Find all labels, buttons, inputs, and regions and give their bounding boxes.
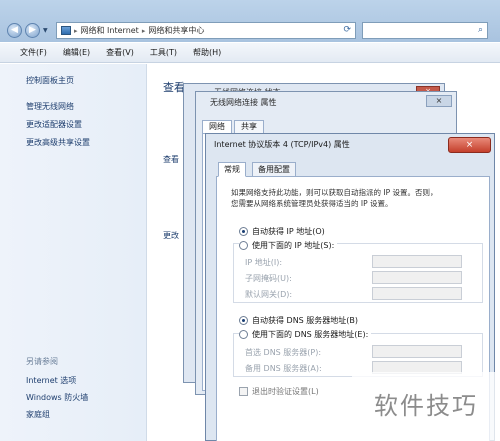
tab-alternate-config[interactable]: 备用配置 xyxy=(252,162,296,177)
breadcrumb-network-internet[interactable]: 网络和 Internet xyxy=(81,25,139,36)
sidebar-item-advanced-sharing[interactable]: 更改高级共享设置 xyxy=(26,137,90,148)
checkbox-unchecked-icon xyxy=(239,387,248,396)
dns-auto-label: 自动获得 DNS 服务器地址(B) xyxy=(252,316,359,325)
preferred-dns-field[interactable] xyxy=(372,345,462,358)
radio-selected-icon xyxy=(239,227,248,236)
back-button[interactable]: ◀ xyxy=(7,23,22,38)
radio-unselected-icon xyxy=(239,241,248,250)
breadcrumb-separator-icon: ▸ xyxy=(74,26,78,35)
sidebar-item-manage-wireless[interactable]: 管理无线网络 xyxy=(26,101,74,112)
menu-file[interactable]: 文件(F) xyxy=(20,47,47,58)
ip-auto-label: 自动获得 IP 地址(O) xyxy=(252,227,325,236)
tab-sharing[interactable]: 共享 xyxy=(234,120,264,134)
dialog-title: Internet 协议版本 4 (TCP/IPv4) 属性 xyxy=(214,140,350,149)
validate-settings-checkbox[interactable]: 退出时验证设置(L) xyxy=(239,386,319,397)
subnet-mask-field[interactable] xyxy=(372,271,462,284)
network-folder-icon xyxy=(61,26,71,35)
breadcrumb-separator-icon: ▸ xyxy=(141,26,146,35)
default-gateway-field[interactable] xyxy=(372,287,462,300)
menu-tools[interactable]: 工具(T) xyxy=(150,47,177,58)
radio-selected-icon xyxy=(239,316,248,325)
subnet-mask-label: 子网掩码(U): xyxy=(245,274,292,283)
default-gateway-label: 默认网关(D): xyxy=(245,290,293,299)
ip-address-field[interactable] xyxy=(372,255,462,268)
dns-auto-radio[interactable]: 自动获得 DNS 服务器地址(B) xyxy=(239,315,358,326)
ip-auto-radio[interactable]: 自动获得 IP 地址(O) xyxy=(239,226,325,237)
validate-settings-label: 退出时验证设置(L) xyxy=(252,387,319,396)
recent-pages-dropdown-icon[interactable]: ▼ xyxy=(43,27,48,34)
refresh-icon[interactable]: ⟳ xyxy=(343,25,351,35)
preferred-dns-label: 首选 DNS 服务器(P): xyxy=(245,348,322,357)
alternate-dns-label: 备用 DNS 服务器(A): xyxy=(245,364,322,373)
sidebar-item-internet-options[interactable]: Internet 选项 xyxy=(26,375,76,386)
forward-button[interactable]: ▶ xyxy=(25,23,40,38)
menu-bar: 文件(F) 编辑(E) 查看(V) 工具(T) 帮助(H) xyxy=(0,43,500,63)
main-section-label: 查看 xyxy=(163,155,179,164)
description-text: 如果网络支持此功能，则可以获取自动指派的 IP 设置。否则， xyxy=(231,188,438,197)
explorer-title-bar: ◀ ▶ ▼ ▸ 网络和 Internet ▸ 网络和共享中心 ⟳ ⌕ xyxy=(0,0,500,42)
close-button[interactable]: × xyxy=(426,95,452,107)
menu-help[interactable]: 帮助(H) xyxy=(193,47,221,58)
sidebar-item-windows-firewall[interactable]: Windows 防火墙 xyxy=(26,392,88,403)
dns-manual-radio[interactable]: 使用下面的 DNS 服务器地址(E): xyxy=(239,329,372,340)
main-section-label: 更改 xyxy=(163,231,179,240)
sidebar-item-homegroup[interactable]: 家庭组 xyxy=(26,409,50,420)
ip-address-label: IP 地址(I): xyxy=(245,258,283,267)
radio-unselected-icon xyxy=(239,330,248,339)
sidebar-see-also-heading: 另请参阅 xyxy=(26,357,58,366)
dialog-title: 无线网络连接 属性 xyxy=(210,98,277,107)
address-bar[interactable]: ▸ 网络和 Internet ▸ 网络和共享中心 ⟳ xyxy=(56,22,356,39)
page-title: 查看 xyxy=(163,81,185,94)
search-input[interactable]: ⌕ xyxy=(362,22,488,39)
tab-general[interactable]: 常规 xyxy=(218,162,246,177)
close-button[interactable]: × xyxy=(448,137,491,153)
sidebar-item-control-panel-home[interactable]: 控制面板主页 xyxy=(26,75,74,86)
breadcrumb-sharing-center[interactable]: 网络和共享中心 xyxy=(148,25,204,36)
description-text: 您需要从网络系统管理员处获得适当的 IP 设置。 xyxy=(231,199,393,208)
dns-manual-label: 使用下面的 DNS 服务器地址(E): xyxy=(252,330,369,339)
menu-edit[interactable]: 编辑(E) xyxy=(63,47,90,58)
search-icon: ⌕ xyxy=(477,25,483,35)
sidebar-item-adapter-settings[interactable]: 更改适配器设置 xyxy=(26,119,82,130)
tab-network[interactable]: 网络 xyxy=(202,120,232,134)
ip-manual-label: 使用下面的 IP 地址(S): xyxy=(252,241,335,250)
watermark: 软件技巧 xyxy=(352,372,500,441)
menu-view[interactable]: 查看(V) xyxy=(106,47,134,58)
ip-manual-radio[interactable]: 使用下面的 IP 地址(S): xyxy=(239,240,338,251)
